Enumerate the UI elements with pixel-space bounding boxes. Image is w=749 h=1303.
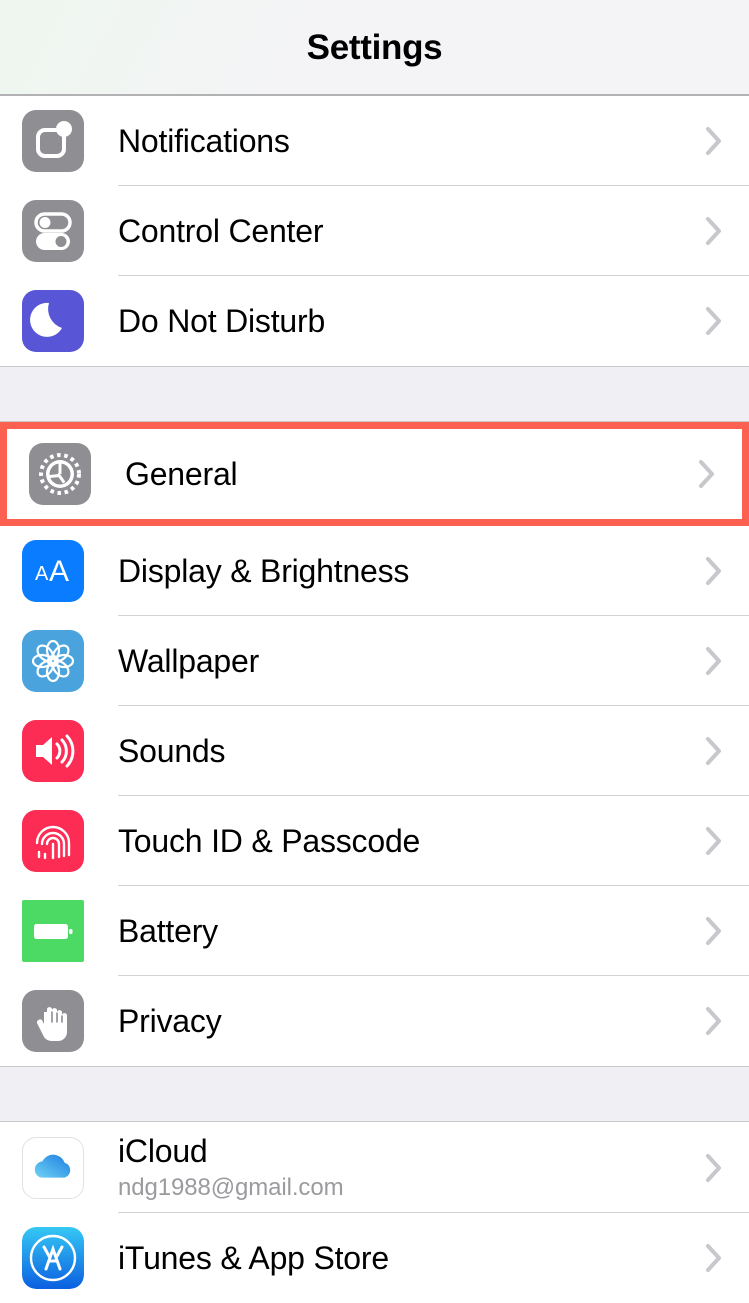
notifications-icon <box>22 110 84 172</box>
chevron-right-icon <box>705 826 723 856</box>
row-text-group: Control Center <box>118 213 323 250</box>
chevron-right-icon <box>705 1153 723 1183</box>
gear-icon <box>29 443 91 505</box>
svg-text:A: A <box>35 563 49 585</box>
chevron-right-icon <box>698 459 716 489</box>
settings-row-label: Notifications <box>118 122 290 159</box>
row-text-group: Notifications <box>118 123 290 160</box>
settings-row-icloud[interactable]: iCloud ndg1988@gmail.com <box>0 1122 749 1213</box>
app-store-icon <box>22 1227 84 1289</box>
settings-row-label: Display & Brightness <box>118 552 410 589</box>
chevron-right-icon <box>705 1243 723 1273</box>
row-text-group: Sounds <box>118 732 226 770</box>
settings-row-sublabel: ndg1988@gmail.com <box>118 1173 344 1201</box>
settings-row-label: iCloud <box>118 1133 208 1170</box>
settings-row-label: iTunes & App Store <box>118 1239 389 1276</box>
chevron-right-icon <box>705 736 723 766</box>
row-text-group: Wallpaper <box>118 643 259 680</box>
settings-row-label: Wallpaper <box>118 642 260 679</box>
settings-row-itunes-app-store[interactable]: iTunes & App Store <box>0 1213 749 1303</box>
settings-row-touch-id[interactable]: Touch ID & Passcode <box>0 796 749 886</box>
settings-row-label: Privacy <box>118 1002 222 1039</box>
row-text-group: General <box>125 455 238 493</box>
chevron-right-icon <box>705 646 723 676</box>
aa-text-icon: A A <box>22 540 84 602</box>
settings-row-label: Battery <box>118 912 218 949</box>
chevron-right-icon <box>705 306 723 336</box>
chevron-right-icon <box>705 916 723 946</box>
chevron-right-icon <box>705 126 723 156</box>
chevron-right-icon <box>705 1006 723 1036</box>
row-text-group: iTunes & App Store <box>118 1240 389 1277</box>
highlight-annotation-general: General <box>0 422 749 526</box>
navigation-bar: Settings <box>0 0 749 96</box>
settings-row-battery[interactable]: Battery <box>0 886 749 976</box>
settings-row-label: Sounds <box>118 732 226 769</box>
settings-row-label: Do Not Disturb <box>118 302 326 339</box>
svg-text:A: A <box>49 555 69 588</box>
settings-row-wallpaper[interactable]: Wallpaper <box>0 616 749 706</box>
group-spacer <box>0 1066 749 1122</box>
battery-icon <box>22 900 84 962</box>
chevron-right-icon <box>705 556 723 586</box>
settings-row-label: Control Center <box>118 212 324 249</box>
fingerprint-icon <box>22 810 84 872</box>
row-text-group: Touch ID & Passcode <box>118 823 420 860</box>
row-text-group: Privacy <box>118 1003 222 1040</box>
page-title: Settings <box>306 28 443 67</box>
row-text-group: Battery <box>118 913 218 950</box>
group-spacer <box>0 366 749 422</box>
row-text-group: iCloud ndg1988@gmail.com <box>118 1133 344 1202</box>
moon-icon <box>22 290 84 352</box>
icloud-icon <box>22 1136 84 1199</box>
settings-row-general[interactable]: General <box>7 429 742 519</box>
settings-screen: Settings Notifications Control Center Do… <box>0 0 749 1303</box>
general-group: General A A Display & Brightness Wallpap… <box>0 422 749 1066</box>
notifications-group: Notifications Control Center Do Not Dist… <box>0 96 749 366</box>
settings-row-do-not-disturb[interactable]: Do Not Disturb <box>0 276 749 366</box>
settings-row-sounds[interactable]: Sounds <box>0 706 749 796</box>
settings-row-control-center[interactable]: Control Center <box>0 186 749 276</box>
accounts-group: iCloud ndg1988@gmail.com iTunes & App St… <box>0 1122 749 1303</box>
flower-icon <box>22 630 84 692</box>
settings-row-label: General <box>125 455 238 492</box>
row-text-group: Display & Brightness <box>118 553 409 590</box>
speaker-icon <box>22 720 84 782</box>
settings-row-label: Touch ID & Passcode <box>118 822 421 859</box>
chevron-right-icon <box>705 216 723 246</box>
settings-row-privacy[interactable]: Privacy <box>0 976 749 1066</box>
control-center-icon <box>22 200 84 262</box>
settings-row-display-brightness[interactable]: A A Display & Brightness <box>0 526 749 616</box>
row-text-group: Do Not Disturb <box>118 303 325 340</box>
hand-icon <box>22 990 84 1052</box>
settings-row-notifications[interactable]: Notifications <box>0 96 749 186</box>
